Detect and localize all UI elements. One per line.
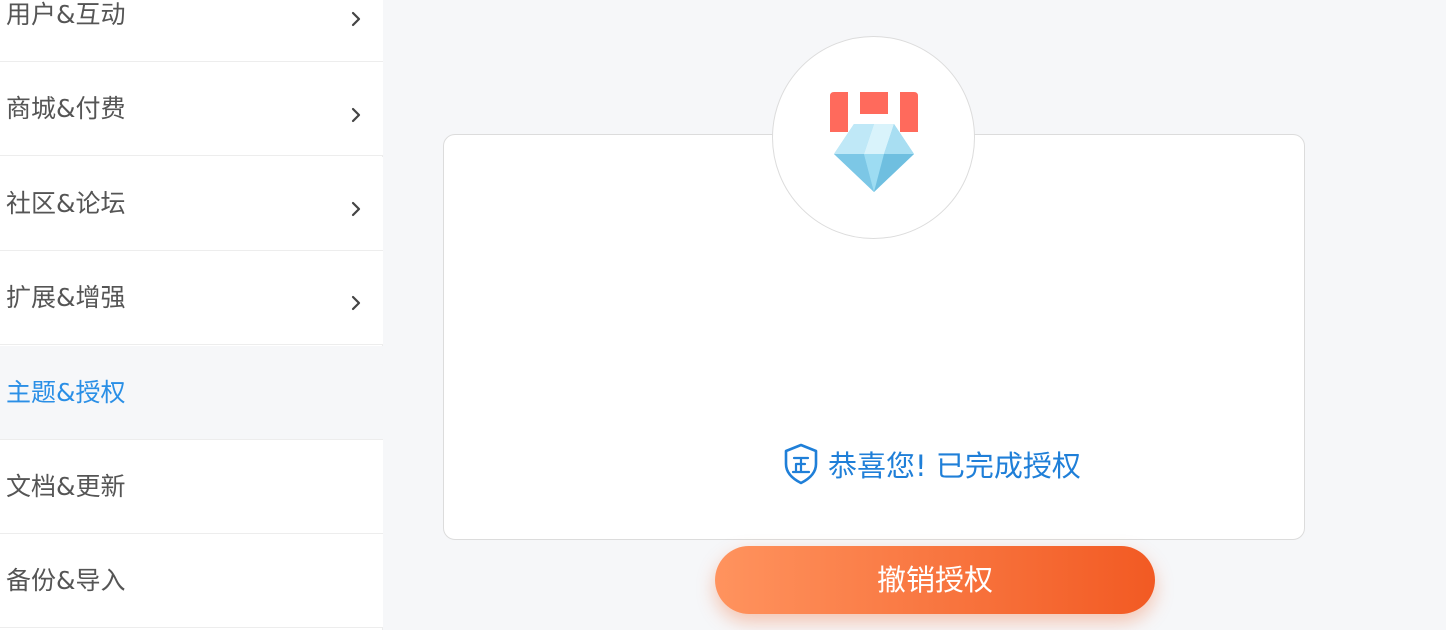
- sidebar-item-label: 商城&付费: [6, 94, 126, 123]
- chevron-right-icon: [351, 11, 361, 27]
- chevron-right-icon: [351, 107, 361, 123]
- sidebar-item-theme-license[interactable]: 主题&授权: [0, 346, 383, 440]
- sidebar-item-community-forum[interactable]: 社区&论坛: [0, 157, 383, 251]
- sidebar-item-label: 社区&论坛: [6, 189, 126, 218]
- revoke-license-button[interactable]: 撤销授权: [715, 546, 1155, 614]
- sidebar-item-docs-updates[interactable]: 文档&更新: [0, 440, 383, 534]
- license-status-text: 恭喜您! 已完成授权: [828, 449, 1081, 483]
- sidebar-item-label: 备份&导入: [6, 566, 126, 595]
- diamond-medal-icon: [830, 92, 918, 192]
- chevron-right-icon: [351, 295, 361, 311]
- sidebar-item-label: 主题&授权: [6, 378, 126, 407]
- shield-verified-icon: [784, 443, 818, 485]
- sidebar-item-shop-payment[interactable]: 商城&付费: [0, 62, 383, 156]
- sidebar-item-label: 扩展&增强: [6, 283, 126, 312]
- main-content: 恭喜您! 已完成授权 撤销授权: [383, 0, 1446, 630]
- chevron-right-icon: [351, 201, 361, 217]
- sidebar-item-user-interaction[interactable]: 用户&互动: [0, 0, 383, 62]
- sidebar-item-label: 文档&更新: [6, 472, 126, 501]
- medal-badge: [772, 36, 975, 239]
- sidebar-item-label: 用户&互动: [6, 0, 126, 29]
- license-status: 恭喜您! 已完成授权: [782, 442, 1081, 486]
- sidebar: 用户&互动 商城&付费 社区&论坛 扩展&增强 主题&授权 文档&更新 备份&导…: [0, 0, 383, 630]
- sidebar-item-extensions[interactable]: 扩展&增强: [0, 251, 383, 345]
- sidebar-item-backup-import[interactable]: 备份&导入: [0, 534, 383, 628]
